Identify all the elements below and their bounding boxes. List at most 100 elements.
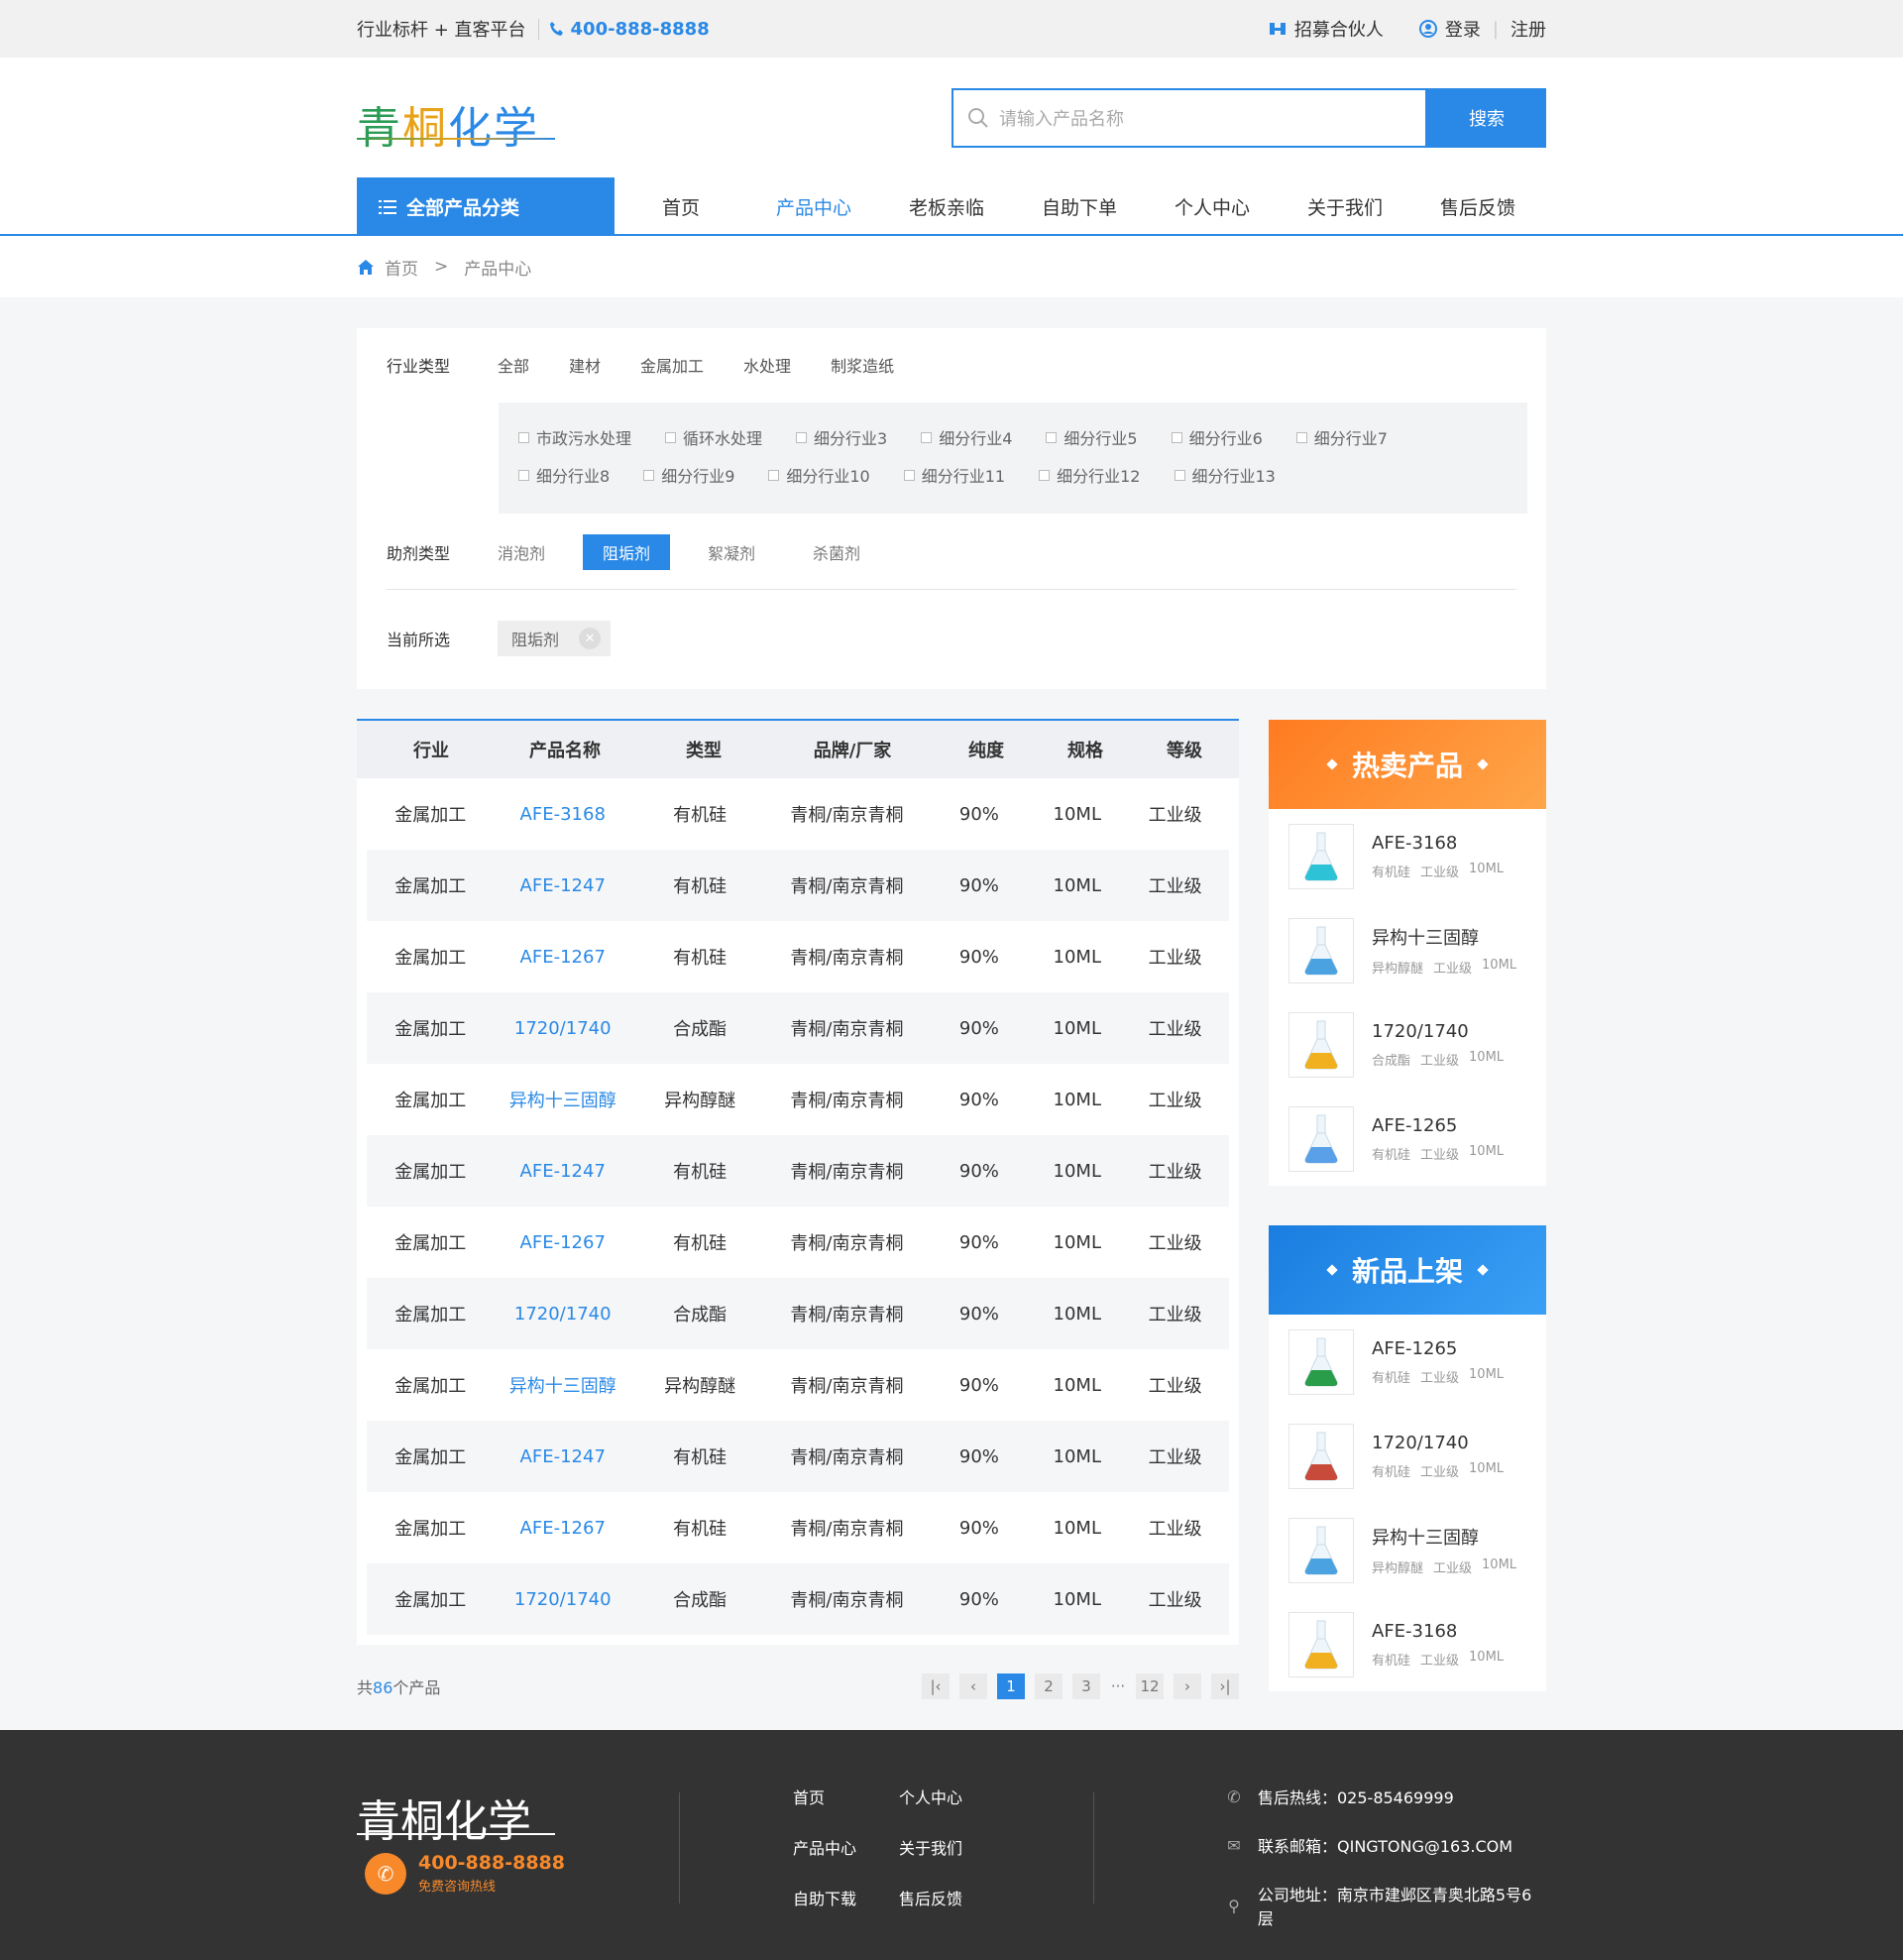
hot-products-panel: 热卖产品 AFE-3168 有机硅 工业级 10ML 异构十三固醇 异构醇醚 工业级 10ML… [1269, 720, 1546, 1186]
product-name: AFE-3168 [1372, 1620, 1458, 1642]
side-product-item[interactable]: AFE-3168 有机硅 工业级 10ML [1269, 809, 1546, 903]
sub-industry-checkbox[interactable]: 细分行业13 [1174, 463, 1276, 487]
next-page-icon[interactable]: › [1174, 1673, 1201, 1699]
cell-purity: 90% [958, 1231, 999, 1253]
side-product-item[interactable]: 异构十三固醇 异构醇醚 工业级 10ML [1269, 1503, 1546, 1597]
cell-type: 有机硅 [673, 1519, 728, 1540]
additive-option[interactable]: 杀菌剂 [793, 534, 880, 570]
table-row: 金属加工 异构十三固醇 异构醇醚 青桐/南京青桐 90% 10ML 工业级 [367, 1064, 1229, 1135]
sub-industry-checkbox[interactable]: 市政污水处理 [518, 425, 631, 449]
sub-industry-checkbox[interactable]: 细分行业5 [1046, 425, 1138, 449]
table-row: 金属加工 异构十三固醇 异构醇醚 青桐/南京青桐 90% 10ML 工业级 [367, 1349, 1229, 1421]
cell-purity: 90% [958, 1588, 999, 1610]
cell-product-name[interactable]: AFE-1247 [495, 875, 631, 896]
sub-industry-label: 细分行业5 [1063, 429, 1138, 448]
cell-product-name[interactable]: 1720/1740 [495, 1018, 631, 1039]
product-info: AFE-3168 有机硅 工业级 10ML [1372, 833, 1504, 880]
sub-industry-checkbox[interactable]: 细分行业8 [518, 463, 610, 487]
sub-industry-label: 细分行业7 [1313, 429, 1388, 448]
prev-page-icon[interactable]: ‹ [959, 1673, 987, 1699]
sub-industry-checkbox[interactable]: 细分行业11 [903, 463, 1005, 487]
cell-purity: 90% [958, 1089, 999, 1110]
cell-product-name[interactable]: 异构十三固醇 [495, 1087, 631, 1112]
product-spec: 10ML [1469, 1143, 1505, 1159]
sub-industry-checkbox[interactable]: 细分行业10 [768, 463, 870, 487]
product-info: 1720/1740 有机硅 工业级 10ML [1372, 1433, 1504, 1480]
cell-product-name[interactable]: AFE-1267 [495, 1518, 631, 1539]
industry-option[interactable]: 建材 [569, 353, 601, 377]
phone-icon: ✆ [1227, 1787, 1241, 1806]
page-number[interactable]: 1 [997, 1673, 1025, 1699]
product-name: 1720/1740 [1372, 1020, 1469, 1042]
table-row: 金属加工 AFE-1267 有机硅 青桐/南京青桐 90% 10ML 工业级 [367, 1207, 1229, 1278]
footer-link[interactable]: 个人中心 [899, 1785, 998, 1808]
product-grade: 工业级 [1420, 1464, 1460, 1480]
cell-product-name[interactable]: 1720/1740 [495, 1589, 631, 1610]
cell-purity: 90% [958, 1160, 999, 1182]
cell-purity: 90% [958, 1445, 999, 1467]
sub-industry-checkbox[interactable]: 细分行业9 [643, 463, 734, 487]
footer-hotline-text: 售后热线：025-85469999 [1258, 1788, 1454, 1807]
footer-link[interactable]: 首页 [793, 1785, 899, 1808]
product-thumbnail [1288, 1423, 1354, 1489]
footer-link[interactable]: 关于我们 [899, 1835, 998, 1859]
sub-industry-label: 细分行业6 [1188, 429, 1263, 448]
footer-link[interactable]: 自助下载 [793, 1886, 899, 1909]
product-meta: 有机硅 工业级 10ML [1372, 1461, 1504, 1480]
sub-industry-label: 细分行业13 [1191, 467, 1276, 486]
side-product-item[interactable]: 异构十三固醇 异构醇醚 工业级 10ML [1269, 903, 1546, 997]
sub-industry-checkbox[interactable]: 细分行业6 [1171, 425, 1263, 449]
product-type: 合成酯 [1372, 1053, 1411, 1069]
sub-industry-checkbox[interactable]: 细分行业4 [921, 425, 1012, 449]
remove-chip-icon[interactable]: ✕ [579, 628, 602, 649]
cell-product-name[interactable]: AFE-3168 [495, 804, 631, 825]
sub-industry-label: 循环水处理 [683, 429, 763, 448]
footer-link[interactable]: 产品中心 [793, 1835, 899, 1859]
cell-product-name[interactable]: AFE-1267 [495, 1232, 631, 1253]
product-type: 异构醇醚 [1372, 1561, 1424, 1576]
page-number[interactable]: 3 [1072, 1673, 1100, 1699]
checkbox-icon [665, 431, 677, 443]
product-name: 异构十三固醇 [1372, 1528, 1479, 1549]
page-number[interactable]: 12 [1136, 1673, 1164, 1699]
flask-icon [1304, 1020, 1338, 1069]
cell-product-name[interactable]: 异构十三固醇 [495, 1372, 631, 1398]
cell-product-name[interactable]: 1720/1740 [495, 1304, 631, 1325]
industry-option[interactable]: 水处理 [743, 353, 791, 377]
product-thumbnail [1288, 1611, 1354, 1677]
diamond-icon [1326, 758, 1338, 770]
cell-industry: 金属加工 [394, 1519, 467, 1540]
sub-industry-checkbox[interactable]: 细分行业12 [1039, 463, 1141, 487]
sub-industry-checkbox[interactable]: 细分行业7 [1295, 425, 1388, 449]
sub-industry-checkbox[interactable]: 循环水处理 [665, 425, 762, 449]
additive-option[interactable]: 消泡剂 [486, 534, 565, 570]
cell-product-name[interactable]: AFE-1267 [495, 947, 631, 968]
industry-option[interactable]: 全部 [498, 353, 529, 377]
product-grade: 工业级 [1420, 1147, 1460, 1163]
footer-link[interactable]: 售后反馈 [899, 1886, 998, 1909]
sub-industry-checkbox[interactable]: 细分行业3 [796, 425, 887, 449]
cell-product-name[interactable]: AFE-1247 [495, 1446, 631, 1467]
sub-industry-label: 细分行业8 [536, 467, 611, 486]
cell-brand: 青桐/南京青桐 [790, 1162, 904, 1183]
side-product-item[interactable]: AFE-3168 有机硅 工业级 10ML [1269, 1597, 1546, 1691]
first-page-icon[interactable]: |‹ [922, 1673, 950, 1699]
additive-option[interactable]: 絮凝剂 [688, 534, 775, 570]
product-info: AFE-1265 有机硅 工业级 10ML [1372, 1115, 1504, 1163]
side-product-item[interactable]: 1720/1740 合成酯 工业级 10ML [1269, 997, 1546, 1092]
additive-option-active[interactable]: 阻垢剂 [583, 534, 671, 570]
page-number[interactable]: 2 [1035, 1673, 1063, 1699]
industry-option[interactable]: 金属加工 [640, 353, 704, 377]
cell-type: 异构醇醚 [664, 1376, 736, 1397]
product-meta: 有机硅 工业级 10ML [1372, 862, 1504, 880]
cell-product-name[interactable]: AFE-1247 [495, 1161, 631, 1182]
last-page-icon[interactable]: ›| [1211, 1673, 1239, 1699]
product-type: 异构醇醚 [1372, 962, 1424, 977]
side-product-item[interactable]: AFE-1265 有机硅 工业级 10ML [1269, 1092, 1546, 1186]
footer-logo-text: 青桐化学 [357, 1796, 531, 1847]
industry-option[interactable]: 制浆造纸 [831, 353, 894, 377]
side-product-item[interactable]: 1720/1740 有机硅 工业级 10ML [1269, 1409, 1546, 1503]
checkbox-icon [643, 469, 655, 481]
total-number: 86 [373, 1678, 393, 1697]
side-product-item[interactable]: AFE-1265 有机硅 工业级 10ML [1269, 1315, 1546, 1409]
